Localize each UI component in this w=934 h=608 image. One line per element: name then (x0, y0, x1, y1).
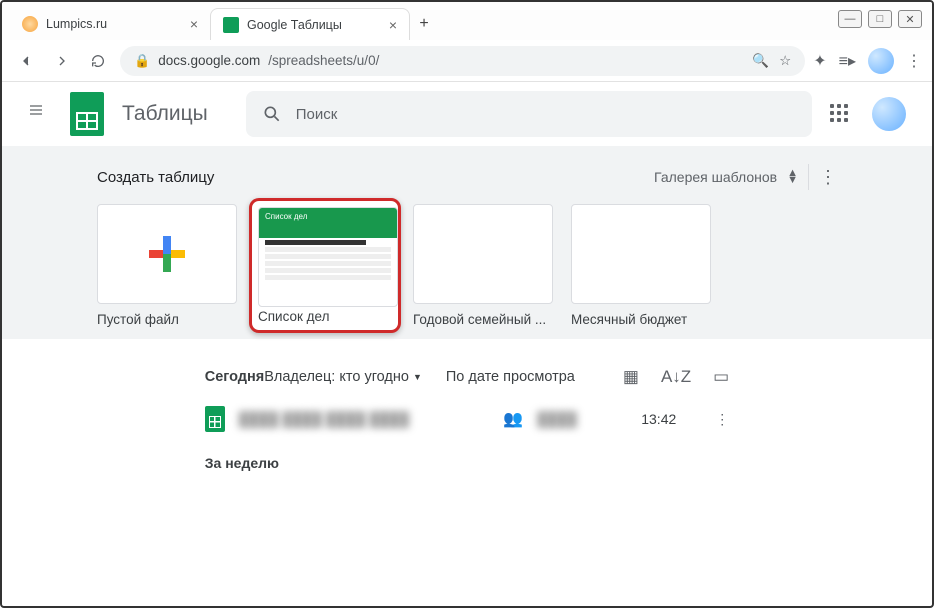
section-label: За неделю (205, 441, 729, 479)
tab-close-icon[interactable]: × (190, 16, 198, 32)
window-minimize-button[interactable]: — (838, 10, 862, 28)
profile-avatar[interactable] (868, 48, 894, 74)
forward-button[interactable] (48, 47, 76, 75)
new-tab-button[interactable]: + (410, 10, 438, 38)
window-controls: — □ ✕ (838, 10, 922, 28)
file-row[interactable]: ████ ████ ████ ████ 👥 ████ 13:42 ⋮ (205, 397, 729, 441)
sort-az-icon[interactable]: A↓Z (661, 367, 691, 387)
bookmark-icon[interactable]: ☆ (779, 53, 791, 69)
expand-collapse-icon[interactable]: ▲▼ (787, 170, 798, 184)
caret-down-icon: ▼ (413, 372, 422, 382)
browser-toolbar: 🔒 docs.google.com/spreadsheets/u/0/ 🔍 ☆ … (2, 40, 932, 82)
browser-tab-sheets[interactable]: Google Таблицы × (210, 8, 410, 40)
template-yearly-family[interactable]: Годовой семейный ... (413, 204, 553, 327)
template-thumb: Список дел (258, 207, 398, 307)
search-input[interactable]: Поиск (246, 91, 812, 137)
file-time: 13:42 (641, 411, 701, 427)
reading-list-icon[interactable]: ≡▸ (839, 51, 856, 71)
browser-menu-icon[interactable]: ⋮ (906, 51, 922, 71)
arrow-right-icon (54, 53, 70, 69)
file-more-button[interactable]: ⋮ (715, 411, 729, 428)
open-picker-icon[interactable]: ▭ (713, 367, 729, 387)
reload-icon (90, 53, 106, 69)
sheets-file-icon (205, 406, 225, 432)
files-toolbar: Сегодня Владелец: кто угодно ▼ По дате п… (205, 357, 729, 397)
file-owner: ████ (537, 411, 627, 427)
favicon-sheets (223, 17, 239, 33)
back-button[interactable] (12, 47, 40, 75)
arrow-left-icon (18, 53, 34, 69)
section-label: Сегодня (205, 369, 264, 385)
divider (808, 164, 809, 190)
tab-title: Google Таблицы (247, 18, 342, 32)
owner-filter-button[interactable]: Владелец: кто угодно ▼ (264, 369, 422, 385)
favicon-lumpics (22, 16, 38, 32)
template-blank[interactable]: Пустой файл (97, 204, 237, 327)
sort-button[interactable]: По дате просмотра (446, 369, 575, 385)
template-thumb (571, 204, 711, 304)
address-bar-actions: 🔍 ☆ (752, 53, 791, 69)
template-label: Список дел (258, 309, 392, 324)
window-maximize-button[interactable]: □ (868, 10, 892, 28)
files-area: Сегодня Владелец: кто угодно ▼ По дате п… (205, 339, 729, 497)
url-host: docs.google.com (158, 53, 260, 68)
browser-tab-lumpics[interactable]: Lumpics.ru × (10, 8, 210, 40)
search-icon (262, 104, 282, 124)
template-label: Пустой файл (97, 312, 237, 327)
reload-button[interactable] (84, 47, 112, 75)
plus-icon (149, 236, 185, 272)
template-todo-list[interactable]: Список дел Список дел (255, 204, 395, 327)
search-in-page-icon[interactable]: 🔍 (752, 53, 769, 69)
tab-close-icon[interactable]: × (389, 17, 397, 33)
hamburger-icon (28, 102, 44, 118)
address-bar[interactable]: 🔒 docs.google.com/spreadsheets/u/0/ 🔍 ☆ (120, 46, 805, 76)
url-path: /spreadsheets/u/0/ (268, 53, 379, 68)
app-header: Таблицы Поиск (2, 82, 932, 146)
gallery-heading: Создать таблицу (97, 169, 214, 186)
template-thumb (413, 204, 553, 304)
window-close-button[interactable]: ✕ (898, 10, 922, 28)
gallery-more-button[interactable]: ⋮ (819, 167, 837, 188)
grid-view-icon[interactable]: ▦ (623, 367, 639, 387)
file-name: ████ ████ ████ ████ (239, 411, 490, 427)
browser-window: — □ ✕ Lumpics.ru × Google Таблицы × + 🔒 … (0, 0, 934, 608)
template-monthly-budget[interactable]: Месячный бюджет (571, 204, 711, 327)
template-gallery: Создать таблицу Галерея шаблонов ▲▼ ⋮ Пу… (2, 146, 932, 339)
search-placeholder: Поиск (296, 106, 338, 123)
owner-filter-label: Владелец: кто угодно (264, 369, 409, 385)
lock-icon: 🔒 (134, 53, 150, 69)
gallery-link[interactable]: Галерея шаблонов (654, 169, 777, 185)
sheets-logo[interactable] (70, 92, 104, 136)
google-apps-button[interactable] (830, 104, 850, 124)
main-menu-button[interactable] (28, 102, 52, 126)
shared-icon: 👥 (503, 409, 523, 429)
account-avatar[interactable] (872, 97, 906, 131)
app-title: Таблицы (122, 102, 208, 126)
tab-strip: Lumpics.ru × Google Таблицы × + (2, 2, 932, 40)
template-label: Месячный бюджет (571, 312, 711, 327)
extensions-icon[interactable]: ✦ (813, 51, 826, 71)
tab-title: Lumpics.ru (46, 17, 107, 31)
template-label: Годовой семейный ... (413, 312, 553, 327)
